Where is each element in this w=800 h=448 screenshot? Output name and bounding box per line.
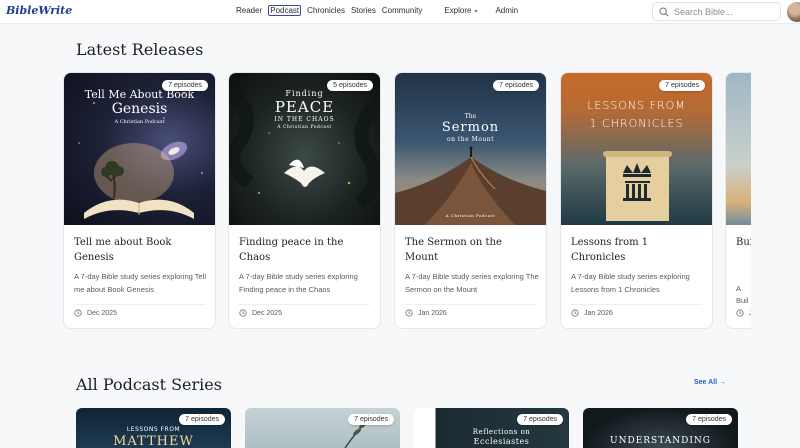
series-card-matthew[interactable]: LESSONS FROM MATTHEW 7 episodes	[76, 408, 231, 448]
episode-count-badge: 7 episodes	[493, 80, 539, 91]
nav-reader[interactable]: Reader	[236, 6, 262, 16]
clock-icon	[571, 309, 579, 317]
cover-title-line1: LESSONS FROM	[587, 99, 686, 112]
series-cover-line1: Reflections on	[472, 428, 531, 436]
user-avatar[interactable]	[787, 2, 800, 22]
card-divider	[239, 304, 370, 305]
clock-icon	[239, 309, 247, 317]
episode-count-badge: 7 episodes	[348, 414, 394, 425]
cover-title-line2: 1 CHRONICLES	[589, 117, 684, 130]
card-date-text: Dec 2025	[252, 309, 282, 317]
cover-image-partial	[726, 73, 751, 225]
cover-subtitle: A Christian Podcast	[277, 125, 332, 130]
cover-image-genesis: Tell Me About Book Genesis A Christian P…	[64, 73, 215, 225]
card-date-text: Dec 2025	[87, 309, 117, 317]
see-all-link[interactable]: See All →	[694, 379, 726, 386]
episode-count-badge: 7 episodes	[686, 414, 732, 425]
cover-title-line1: The	[464, 113, 477, 120]
release-card-partial[interactable]: Bui A Buil J	[725, 72, 751, 329]
latest-releases-heading: Latest Releases	[76, 40, 204, 59]
search-input[interactable]	[674, 5, 774, 19]
series-card-ecclesiastes[interactable]: Reflections on Ecclesiastes 7 episodes	[414, 408, 569, 448]
clock-icon	[736, 309, 744, 317]
all-series-heading: All Podcast Series	[76, 375, 222, 394]
main-nav: Reader Podcast Chronicles Stories Commun…	[236, 5, 524, 16]
series-cover-line1: UNDERSTANDING	[610, 436, 711, 446]
clock-icon	[405, 309, 413, 317]
cover-title-line2: PEACE	[274, 98, 335, 116]
card-date-text: J	[749, 310, 751, 317]
nav-stories[interactable]: Stories	[351, 6, 376, 16]
card-divider	[74, 304, 205, 305]
card-description-line2: Buil	[736, 296, 749, 305]
nav-explore-dropdown[interactable]: Explore ▾	[444, 6, 477, 16]
card-description: A 7-day Bible study series exploring Tel…	[74, 272, 207, 294]
card-date: Dec 2025	[239, 309, 282, 317]
chevron-down-icon: ▾	[474, 9, 478, 15]
cover-title-line3: IN THE CHAOS	[274, 116, 335, 123]
nav-community[interactable]: Community	[382, 6, 422, 16]
card-title[interactable]: Tell me about Book Genesis	[74, 235, 206, 265]
release-card-sermon[interactable]: The Sermon on the Mount A Christian Podc…	[394, 72, 547, 329]
nav-chronicles[interactable]: Chronicles	[307, 6, 345, 16]
card-description: A 7-day Bible study series exploring Les…	[571, 272, 690, 294]
card-description: A 7-day Bible study series exploring Fin…	[239, 272, 358, 294]
card-description: A 7-day Bible study series exploring The…	[405, 272, 539, 294]
search-box[interactable]	[652, 2, 781, 21]
card-title[interactable]: Lessons from 1 Chronicles	[571, 235, 703, 265]
card-date-text: Jan 2026	[418, 309, 447, 317]
series-cover-line1: LESSONS FROM	[126, 426, 181, 433]
episode-count-badge: 7 episodes	[162, 80, 208, 91]
release-card-genesis[interactable]: Tell Me About Book Genesis A Christian P…	[63, 72, 216, 329]
cover-image-sermon: The Sermon on the Mount A Christian Podc…	[395, 73, 546, 225]
series-card-2[interactable]: 7 episodes	[245, 408, 400, 448]
card-date: Jan 2026	[571, 309, 613, 317]
episode-count-badge: 7 episodes	[659, 80, 705, 91]
episode-count-badge: 7 episodes	[179, 414, 225, 425]
card-date-text: Jan 2026	[584, 309, 613, 317]
card-title[interactable]: Finding peace in the Chaos	[239, 235, 371, 265]
cover-image-peace: Finding PEACE IN THE CHAOS A Christian P…	[229, 73, 380, 225]
series-card-understanding[interactable]: UNDERSTANDING 7 episodes	[583, 408, 738, 448]
card-date: Jan 2026	[405, 309, 447, 317]
cover-title-line2: Genesis	[111, 101, 168, 117]
cover-image-chronicles: LESSONS FROM 1 CHRONICLES 7 episodes	[561, 73, 712, 225]
release-card-peace[interactable]: Finding PEACE IN THE CHAOS A Christian P…	[228, 72, 381, 329]
series-cover-line2: Ecclesiastes	[473, 437, 530, 446]
card-divider	[405, 304, 536, 305]
card-description-line1: A	[736, 284, 742, 293]
card-title[interactable]: The Sermon on the Mount	[405, 235, 537, 265]
episode-count-badge: 5 episodes	[327, 80, 373, 91]
app-logo[interactable]: BibleWrite	[6, 4, 72, 17]
nav-explore-label: Explore	[444, 6, 472, 15]
cover-subtitle: A Christian Podcast	[445, 213, 496, 218]
search-icon	[659, 7, 669, 17]
card-title[interactable]: Bui	[736, 235, 751, 250]
card-date: J	[736, 309, 751, 317]
cover-subtitle: A Christian Podcast	[114, 119, 165, 125]
nav-podcast[interactable]: Podcast	[268, 5, 302, 16]
cover-title-line3: on the Mount	[446, 136, 494, 143]
top-nav-bar: BibleWrite Reader Podcast Chronicles Sto…	[0, 0, 800, 24]
clock-icon	[74, 309, 82, 317]
card-date: Dec 2025	[74, 309, 117, 317]
nav-admin[interactable]: Admin	[495, 6, 518, 16]
episode-count-badge: 7 episodes	[517, 414, 563, 425]
card-divider	[571, 304, 702, 305]
cover-title-line2: Sermon	[441, 120, 500, 135]
release-card-chronicles[interactable]: LESSONS FROM 1 CHRONICLES 7 episodes Les…	[560, 72, 713, 329]
